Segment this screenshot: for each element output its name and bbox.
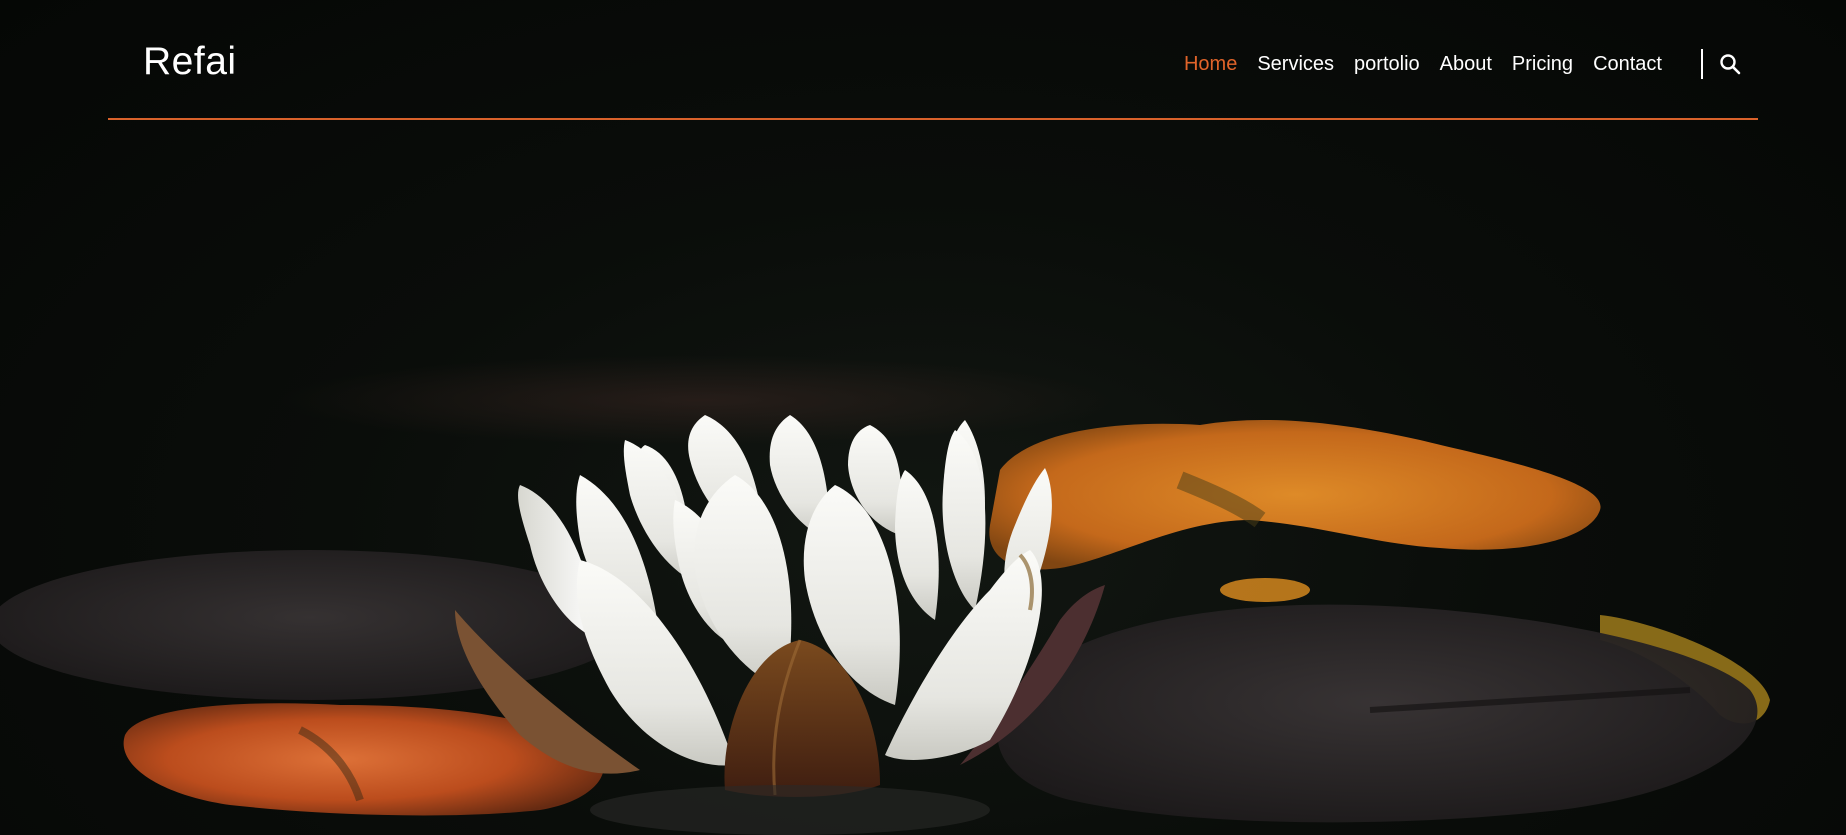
nav-item-portfolio: portolio <box>1354 52 1420 76</box>
search-icon <box>1720 54 1741 75</box>
nav-item-home: Home <box>1184 52 1237 76</box>
main-nav: Home Services portolio About Pricing Con… <box>1184 52 1662 76</box>
nav-item-pricing: Pricing <box>1512 52 1573 76</box>
nav-item-about: About <box>1440 52 1492 76</box>
brand-logo[interactable]: Refai <box>143 40 237 84</box>
search-button[interactable] <box>1718 52 1742 76</box>
hero-background-image <box>0 355 1770 835</box>
site-header: Refai Home Services portolio About Prici… <box>108 0 1758 120</box>
nav-link-home[interactable]: Home <box>1184 53 1237 75</box>
nav-link-services[interactable]: Services <box>1257 53 1334 75</box>
nav-link-pricing[interactable]: Pricing <box>1512 53 1573 75</box>
nav-link-contact[interactable]: Contact <box>1593 53 1662 75</box>
hero-section: Refai Home Services portolio About Prici… <box>0 0 1846 835</box>
nav-link-about[interactable]: About <box>1440 53 1492 75</box>
nav-divider <box>1701 49 1703 79</box>
nav-item-services: Services <box>1257 52 1334 76</box>
nav-item-contact: Contact <box>1593 52 1662 76</box>
nav-link-portfolio[interactable]: portolio <box>1354 53 1420 75</box>
